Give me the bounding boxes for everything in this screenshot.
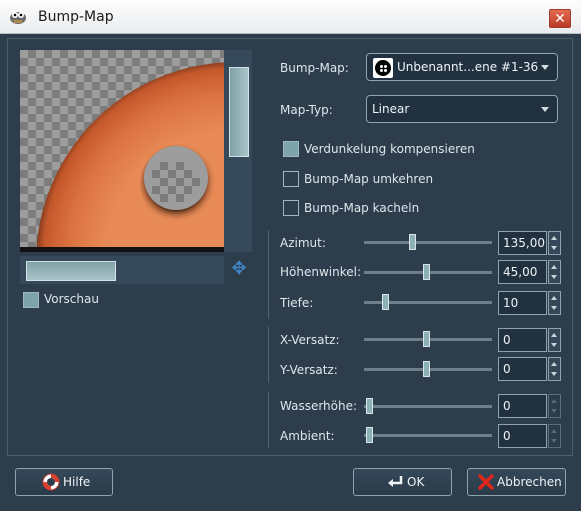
- separator: [268, 392, 269, 448]
- compensate-checkbox[interactable]: [283, 141, 299, 157]
- elevation-spin-buttons[interactable]: [548, 260, 561, 284]
- ambient-label: Ambient:: [280, 429, 335, 443]
- preview-checkbox[interactable]: [23, 292, 39, 308]
- preview-label[interactable]: Vorschau: [44, 292, 99, 306]
- waterlevel-label: Wasserhöhe:: [280, 399, 358, 413]
- help-button[interactable]: Hilfe: [15, 468, 113, 496]
- preview-vscroll-thumb[interactable]: [229, 67, 249, 157]
- ambient-slider-thumb[interactable]: [366, 427, 373, 443]
- depth-label: Tiefe:: [280, 296, 314, 310]
- bumpmap-combo[interactable]: Unbenannt...ene #1-36: [366, 53, 558, 81]
- yoffset-spinner[interactable]: 0: [498, 357, 561, 381]
- azimuth-spin-buttons[interactable]: [548, 231, 561, 255]
- separator: [268, 327, 269, 383]
- azimuth-label: Azimut:: [280, 236, 326, 250]
- depth-slider-thumb[interactable]: [382, 294, 389, 310]
- xoffset-spinner[interactable]: 0: [498, 328, 561, 352]
- azimuth-slider-thumb[interactable]: [409, 234, 416, 250]
- xoffset-label: X-Versatz:: [280, 333, 340, 347]
- elevation-input[interactable]: 45,00: [498, 260, 547, 284]
- depth-spinner[interactable]: 10: [498, 291, 561, 315]
- elevation-spinner[interactable]: 45,00: [498, 260, 561, 284]
- ambient-input[interactable]: 0: [498, 424, 547, 448]
- elevation-slider-thumb[interactable]: [423, 264, 430, 280]
- move-arrows-icon[interactable]: ✥: [230, 260, 248, 278]
- title-bar: Bump-Map ✕: [0, 0, 581, 34]
- return-arrow-icon: [388, 476, 403, 487]
- window-title: Bump-Map: [38, 9, 114, 25]
- tile-checkbox[interactable]: [283, 200, 299, 216]
- separator: [268, 230, 269, 319]
- waterlevel-slider[interactable]: [364, 405, 492, 408]
- cancel-label: Abbrechen: [497, 475, 562, 489]
- brush-pattern-icon: [373, 58, 393, 78]
- chevron-down-icon: [541, 107, 549, 112]
- preview-image: [20, 62, 224, 252]
- xoffset-spin-buttons[interactable]: [548, 328, 561, 352]
- ambient-slider[interactable]: [364, 434, 492, 437]
- help-label: Hilfe: [63, 475, 91, 489]
- azimuth-spinner[interactable]: 135,00: [498, 231, 561, 255]
- preview-canvas[interactable]: [20, 50, 224, 252]
- waterlevel-input[interactable]: 0: [498, 394, 547, 418]
- ambient-spin-buttons[interactable]: [548, 424, 561, 448]
- tile-label[interactable]: Bump-Map kacheln: [304, 201, 419, 215]
- invert-label[interactable]: Bump-Map umkehren: [304, 172, 433, 186]
- bumpmap-value: Unbenannt...ene #1-36: [397, 60, 539, 74]
- cancel-button[interactable]: Abbrechen: [467, 468, 566, 496]
- compensate-label[interactable]: Verdunkelung kompensieren: [304, 142, 475, 156]
- maptype-value: Linear: [372, 102, 410, 116]
- waterlevel-spin-buttons[interactable]: [548, 394, 561, 418]
- bumpmap-label: Bump-Map:: [280, 61, 349, 75]
- yoffset-input[interactable]: 0: [498, 357, 547, 381]
- elevation-label: Höhenwinkel:: [280, 265, 361, 279]
- azimuth-slider[interactable]: [364, 241, 492, 244]
- red-x-icon: [478, 474, 494, 490]
- maptype-label: Map-Typ:: [280, 103, 333, 117]
- xoffset-slider-thumb[interactable]: [423, 331, 430, 347]
- ok-button[interactable]: OK: [353, 468, 452, 496]
- xoffset-input[interactable]: 0: [498, 328, 547, 352]
- ok-label: OK: [407, 475, 425, 489]
- invert-checkbox[interactable]: [283, 171, 299, 187]
- waterlevel-slider-thumb[interactable]: [366, 398, 373, 414]
- preview-hscroll-thumb[interactable]: [26, 261, 116, 281]
- yoffset-spin-buttons[interactable]: [548, 357, 561, 381]
- chevron-down-icon: [541, 65, 549, 70]
- lifebuoy-icon: [42, 473, 60, 491]
- depth-input[interactable]: 10: [498, 291, 547, 315]
- yoffset-label: Y-Versatz:: [280, 363, 338, 377]
- yoffset-slider-thumb[interactable]: [423, 361, 430, 377]
- ambient-spinner[interactable]: 0: [498, 424, 561, 448]
- waterlevel-spinner[interactable]: 0: [498, 394, 561, 418]
- close-icon: ✕: [554, 11, 566, 27]
- azimuth-input[interactable]: 135,00: [498, 231, 547, 255]
- gimp-icon: [10, 12, 26, 24]
- close-button[interactable]: ✕: [549, 9, 571, 28]
- depth-spin-buttons[interactable]: [548, 291, 561, 315]
- maptype-combo[interactable]: Linear: [366, 95, 558, 123]
